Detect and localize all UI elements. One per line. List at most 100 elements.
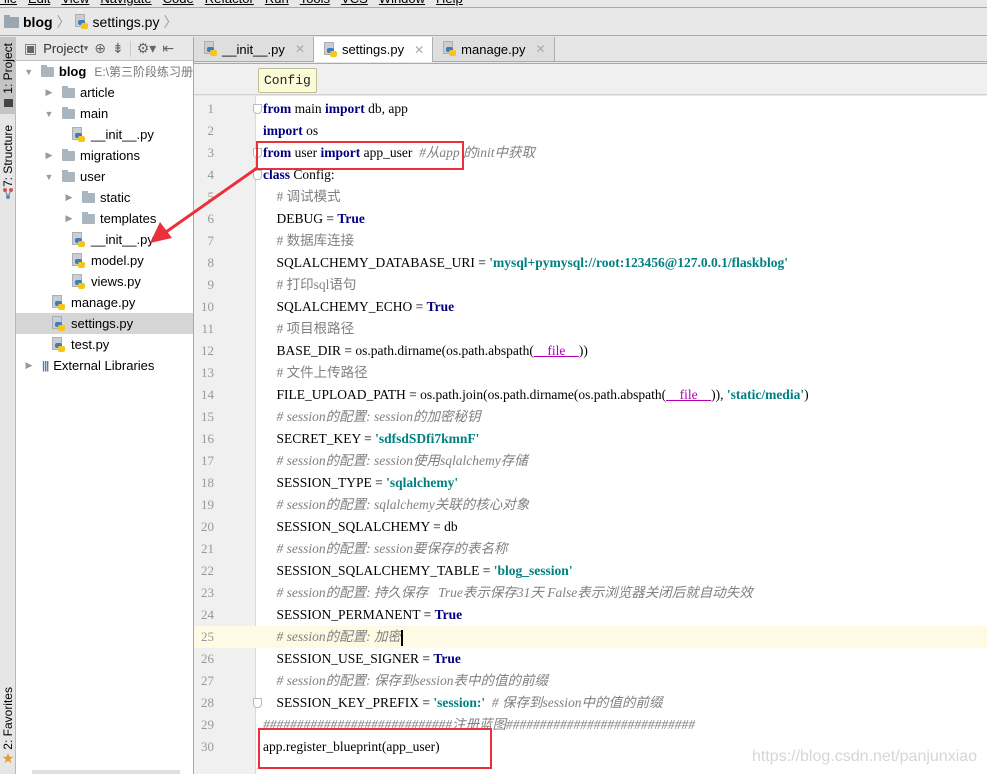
tab-project-toolwindow[interactable]: 1: Project xyxy=(0,37,16,114)
line-number: 28 xyxy=(201,695,214,710)
menu-help[interactable]: Help xyxy=(436,0,474,7)
tree-item[interactable]: __init__.py xyxy=(16,124,193,145)
menu-tools[interactable]: Tools xyxy=(300,0,341,7)
menu-view[interactable]: View xyxy=(61,0,100,7)
code-line: 17 # session的配置: session使用sqlalchemy存储 xyxy=(194,450,987,472)
tab-label: __init__.py xyxy=(222,41,285,57)
code-text: # 文件上传路径 xyxy=(263,362,368,384)
menu-file[interactable]: File xyxy=(0,0,28,7)
collapsed-arrow-icon[interactable]: ▶ xyxy=(62,213,76,224)
code-token: main xyxy=(291,101,325,116)
line-number: 10 xyxy=(201,299,214,314)
dropdown-icon[interactable]: ▾ xyxy=(84,43,89,54)
python-file-icon xyxy=(74,14,89,30)
menu-navigate[interactable]: Navigate xyxy=(100,0,162,7)
code-token: SECRET_KEY = xyxy=(263,431,376,446)
tab-managepy[interactable]: manage.py ✕ xyxy=(433,37,555,61)
collapsed-arrow-icon[interactable]: ▶ xyxy=(42,87,56,98)
fold-marker-icon[interactable] xyxy=(253,148,262,158)
tree-item[interactable]: ▶ ||| External Libraries xyxy=(16,355,193,376)
tree-item-label: test.py xyxy=(71,337,110,352)
code-token: # session的配置: 持久保存 True表示保存31天 False表示浏览… xyxy=(276,585,753,600)
menu-run[interactable]: Run xyxy=(265,0,300,7)
code-token: ############################注册蓝图########… xyxy=(263,717,695,732)
code-text: # session的配置: 持久保存 True表示保存31天 False表示浏览… xyxy=(263,582,753,604)
fold-marker-icon[interactable] xyxy=(253,698,262,708)
tree-item[interactable]: ▶ templates xyxy=(16,208,193,229)
gear-icon[interactable]: ⚙▾ xyxy=(137,40,157,57)
menu-refactor[interactable]: Refactor xyxy=(205,0,265,7)
menu-vcs[interactable]: VCS xyxy=(341,0,379,7)
tree-item[interactable]: manage.py xyxy=(16,292,193,313)
project-view-selector[interactable]: Project xyxy=(43,41,83,56)
tree-item[interactable]: model.py xyxy=(16,250,193,271)
expanded-arrow-icon[interactable]: ▼ xyxy=(42,172,56,182)
close-tab-icon[interactable]: ✕ xyxy=(414,43,424,57)
tree-item[interactable]: ▼ blog E:\第三阶段练习册 xyxy=(16,61,193,82)
tab-favorites-toolwindow[interactable]: 2: Favorites ★ xyxy=(0,687,16,774)
tree-item[interactable]: ▶ article xyxy=(16,82,193,103)
collapsed-arrow-icon[interactable]: ▶ xyxy=(62,192,76,203)
code-text: # session的配置: sqlalchemy关联的核心对象 xyxy=(263,494,530,516)
menu-code[interactable]: Code xyxy=(163,0,205,7)
code-token: # 数据库连接 xyxy=(276,233,355,248)
fold-marker-icon[interactable] xyxy=(253,170,262,180)
project-toolwindow-label: 1: Project xyxy=(1,43,15,94)
hide-panel-icon[interactable]: ⇤ xyxy=(162,40,174,57)
code-line: 11 # 项目根路径 xyxy=(194,318,987,340)
tree-item[interactable]: __init__.py xyxy=(16,229,193,250)
code-token: class xyxy=(263,167,290,182)
collapse-all-icon[interactable]: ⇟ xyxy=(112,40,124,57)
code-text: # 项目根路径 xyxy=(263,318,355,340)
fold-marker-icon[interactable] xyxy=(253,104,262,114)
menu-edit[interactable]: Edit xyxy=(28,0,61,7)
folder-icon xyxy=(62,106,75,119)
tree-item-label: static xyxy=(100,190,131,205)
expanded-arrow-icon[interactable]: ▼ xyxy=(42,109,56,119)
tree-item[interactable]: settings.py xyxy=(16,313,193,334)
code-text: SESSION_KEY_PREFIX = 'session:' # 保存到ses… xyxy=(263,692,663,714)
code-text: # session的配置: session使用sqlalchemy存储 xyxy=(263,450,528,472)
tree-item-label: settings.py xyxy=(71,316,134,331)
code-text: # session的配置: session要保存的表名称 xyxy=(263,538,508,560)
code-editor[interactable]: 1 from main import db, app 2 import os 3 from… xyxy=(194,96,987,774)
code-text: class Config: xyxy=(263,164,335,186)
horizontal-scrollbar[interactable] xyxy=(32,770,180,774)
tree-item[interactable]: ▶ static xyxy=(16,187,193,208)
tab-structure-toolwindow[interactable]: 7: Structure xyxy=(0,125,16,205)
code-token: # session的配置: session要保存的表名称 xyxy=(276,541,508,556)
code-token: 'sqlalchemy' xyxy=(386,475,459,490)
locate-icon[interactable]: ⊕ xyxy=(94,40,106,57)
breadcrumb-project[interactable]: blog xyxy=(4,14,53,30)
code-line: 22 SESSION_SQLALCHEMY_TABLE = 'blog_sess… xyxy=(194,560,987,582)
line-number: 24 xyxy=(201,607,214,622)
code-token: FILE_UPLOAD_PATH = os.path.join(os.path.… xyxy=(263,387,667,402)
tab-settingspy[interactable]: settings.py ✕ xyxy=(313,37,434,62)
collapsed-arrow-icon[interactable]: ▶ xyxy=(42,150,56,161)
tree-item[interactable]: ▶ migrations xyxy=(16,145,193,166)
code-token: 'session:' xyxy=(433,695,486,710)
code-lines: 1 from main import db, app 2 import os 3 from… xyxy=(194,98,987,758)
line-number: 4 xyxy=(207,167,215,182)
code-token: db, app xyxy=(364,101,408,116)
collapsed-arrow-icon[interactable]: ▶ xyxy=(22,360,36,371)
close-tab-icon[interactable]: ✕ xyxy=(536,42,546,56)
code-token: BASE_DIR = os.path.dirname(os.path.abspa… xyxy=(263,343,534,358)
tree-item[interactable]: ▼ user xyxy=(16,166,193,187)
tree-item[interactable]: views.py xyxy=(16,271,193,292)
code-token: # 文件上传路径 xyxy=(276,365,368,380)
line-number: 6 xyxy=(207,211,215,226)
menu-window[interactable]: Window xyxy=(379,0,436,7)
expanded-arrow-icon[interactable]: ▼ xyxy=(22,67,35,77)
tree-item-label: __init__.py xyxy=(91,127,154,142)
tree-item[interactable]: ▼ main xyxy=(16,103,193,124)
breadcrumb-file[interactable]: settings.py xyxy=(74,14,159,30)
tab-initpy[interactable]: __init__.py ✕ xyxy=(194,37,314,61)
tree-item[interactable]: test.py xyxy=(16,334,193,355)
close-tab-icon[interactable]: ✕ xyxy=(295,42,305,56)
